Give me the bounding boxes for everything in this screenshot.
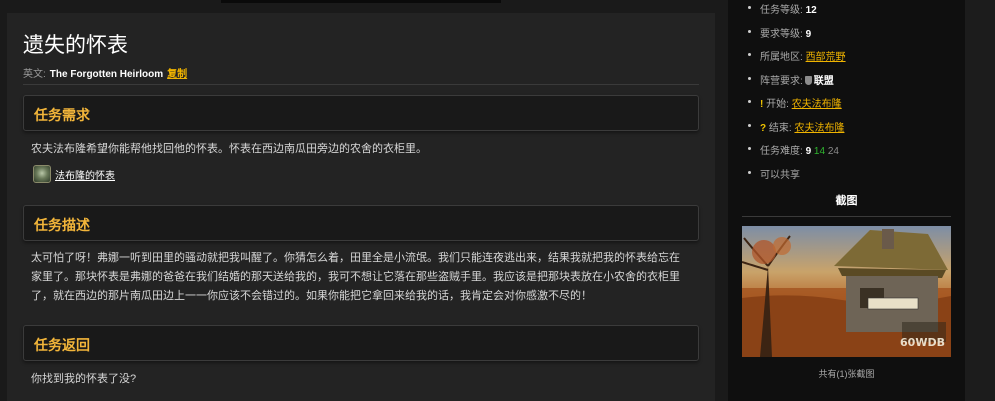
- screenshot-watermark: 60WDB: [900, 336, 945, 349]
- info-start: ! 开始: 农夫法布隆: [748, 95, 958, 119]
- section-header-requirement: 任务需求: [23, 95, 699, 131]
- info-difficulty: 任务难度: 9 14 24: [748, 142, 958, 166]
- info-value: 9: [805, 28, 812, 40]
- info-label: 任务难度:: [760, 146, 803, 157]
- pocket-watch-icon: [33, 165, 51, 183]
- info-faction: 阵营要求: 联盟: [748, 72, 958, 96]
- info-zone: 所属地区: 西部荒野: [748, 48, 958, 72]
- quest-info-list: 任务等级: 12 要求等级: 9 所属地区: 西部荒野 阵营要求: 联盟 ! 开始…: [748, 0, 958, 188]
- description-line: 家里了。那块怀表是弗娜的爸爸在我们结婚的那天送给我的，我可不想让它落在那些盗贼手…: [31, 271, 680, 283]
- info-label: 结束:: [768, 122, 792, 134]
- section-header-return: 任务返回: [23, 325, 699, 361]
- question-icon: ?: [760, 122, 767, 134]
- alliance-shield-icon: [804, 75, 812, 85]
- info-end: ? 结束: 农夫法布隆: [748, 119, 958, 143]
- info-required-level: 要求等级: 9: [748, 25, 958, 49]
- section-title: 任务需求: [34, 107, 90, 123]
- english-name: The Forgotten Heirloom: [49, 69, 164, 80]
- end-npc-link[interactable]: 农夫法布隆: [794, 123, 844, 134]
- quest-item-name[interactable]: 法布隆的怀表: [55, 167, 115, 182]
- difficulty-gray: 24: [827, 146, 839, 157]
- page-title: 遗失的怀表: [23, 34, 128, 57]
- difficulty-yellow: 9: [805, 146, 812, 157]
- section-title: 任务返回: [34, 337, 90, 353]
- description-text: 太可怕了呀！弗娜一听到田里的骚动就把我叫醒了。你猜怎么着，田里全是小流氓。我们只…: [31, 249, 707, 306]
- zone-link[interactable]: 西部荒野: [806, 52, 846, 63]
- info-label: 开始:: [766, 99, 789, 110]
- requirement-text: 农夫法布隆希望你能帮他找回他的怀表。怀表在西边南瓜田旁边的农舍的衣柜里。: [31, 143, 427, 155]
- info-value: 联盟: [813, 75, 834, 87]
- info-label: 阵营要求:: [760, 75, 803, 87]
- description-line: 了，就在西边的那片南瓜田边上一一你应该不会错过的。如果你能把它拿回来给我的话，我…: [31, 290, 592, 302]
- screenshot-divider: [742, 216, 951, 217]
- top-nav-strip: [221, 0, 501, 3]
- info-label: 任务等级:: [760, 5, 803, 16]
- copy-button[interactable]: 复制: [167, 69, 187, 80]
- english-name-row: 英文: The Forgotten Heirloom 复制: [23, 65, 187, 80]
- right-gutter: [965, 0, 995, 401]
- info-value: 12: [805, 5, 817, 16]
- difficulty-green: 14: [813, 146, 826, 157]
- info-quest-level: 任务等级: 12: [748, 1, 958, 25]
- description-line: 太可怕了呀！弗娜一听到田里的骚动就把我叫醒了。你猜怎么着，田里全是小流氓。我们只…: [31, 252, 680, 264]
- info-label: 要求等级:: [760, 28, 803, 40]
- return-text: 你找到我的怀表了没?: [31, 373, 137, 385]
- info-label: 所属地区:: [760, 52, 803, 63]
- english-label: 英文:: [23, 69, 46, 80]
- exclamation-icon: !: [760, 99, 764, 110]
- start-npc-link[interactable]: 农夫法布隆: [792, 99, 842, 110]
- quest-main-panel: 遗失的怀表 英文: The Forgotten Heirloom 复制 任务需求 农…: [7, 13, 715, 401]
- section-header-description: 任务描述: [23, 205, 699, 241]
- screenshot-heading: 截图: [835, 195, 858, 207]
- title-divider: [23, 84, 699, 85]
- quest-screenshot[interactable]: 60WDB: [742, 226, 951, 357]
- info-label: 可以共享: [760, 169, 800, 181]
- info-shareable: 可以共享: [748, 166, 958, 190]
- screenshot-count: 共有(1)张截图: [818, 369, 875, 379]
- quest-info-sidebar: 任务等级: 12 要求等级: 9 所属地区: 西部荒野 阵营要求: 联盟 ! 开始…: [728, 0, 965, 401]
- section-title: 任务描述: [34, 217, 90, 233]
